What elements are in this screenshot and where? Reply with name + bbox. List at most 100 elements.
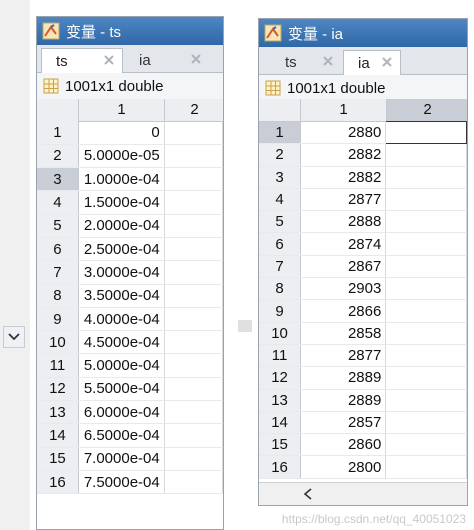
row-header[interactable]: 14 — [37, 423, 79, 448]
row-header[interactable]: 1 — [37, 121, 79, 145]
empty-cell[interactable] — [164, 400, 223, 425]
empty-cell[interactable] — [164, 190, 223, 215]
row-header[interactable]: 9 — [37, 307, 79, 332]
cell-value[interactable]: 2867 — [300, 255, 387, 279]
cell-value[interactable]: 2.5000e-04 — [78, 237, 165, 262]
row-header[interactable]: 13 — [259, 389, 302, 412]
row-header[interactable]: 11 — [259, 344, 302, 368]
empty-cell[interactable] — [385, 255, 467, 279]
cell-value[interactable]: 2874 — [300, 232, 387, 256]
empty-cell[interactable] — [385, 411, 467, 435]
row-header[interactable]: 2 — [259, 143, 302, 167]
row-header[interactable]: 3 — [259, 166, 302, 189]
empty-cell[interactable] — [385, 299, 467, 323]
empty-cell[interactable] — [164, 144, 223, 169]
empty-cell[interactable] — [385, 143, 467, 167]
cell-value[interactable]: 2889 — [300, 366, 387, 390]
row-header[interactable]: 7 — [259, 255, 302, 279]
empty-cell[interactable] — [164, 330, 223, 355]
cell-value[interactable]: 2882 — [300, 143, 387, 167]
column-header-1[interactable]: 1 — [79, 99, 165, 121]
row-header[interactable]: 14 — [259, 411, 302, 435]
cell-value[interactable]: 2888 — [300, 210, 387, 234]
row-header[interactable]: 2 — [37, 144, 79, 169]
row-header[interactable]: 6 — [37, 237, 79, 262]
horizontal-scrollbar[interactable] — [259, 482, 467, 505]
empty-cell[interactable] — [164, 284, 223, 308]
empty-cell[interactable] — [164, 214, 223, 238]
empty-cell[interactable] — [385, 166, 467, 189]
cell-value[interactable]: 2882 — [300, 166, 387, 189]
close-icon[interactable] — [380, 55, 394, 69]
empty-cell[interactable] — [385, 366, 467, 390]
cell-value[interactable]: 1.5000e-04 — [78, 190, 165, 215]
empty-cell[interactable] — [164, 353, 223, 378]
empty-cell[interactable] — [385, 210, 467, 234]
cell-value[interactable]: 2857 — [300, 411, 387, 435]
collapse-button[interactable] — [3, 326, 25, 348]
row-header[interactable]: 16 — [37, 470, 79, 495]
cell-value[interactable]: 7.0000e-04 — [78, 447, 165, 471]
row-header[interactable]: 5 — [37, 214, 79, 238]
cell-value[interactable]: 2877 — [300, 344, 387, 368]
row-header[interactable]: 15 — [259, 433, 302, 457]
cell-value[interactable]: 2880 — [300, 121, 387, 145]
empty-cell[interactable] — [385, 322, 467, 345]
row-header[interactable]: 8 — [37, 284, 79, 308]
empty-cell[interactable] — [385, 433, 467, 457]
empty-cell[interactable] — [385, 232, 467, 256]
empty-cell[interactable] — [385, 188, 467, 212]
row-header[interactable]: 1 — [259, 121, 302, 145]
cell-value[interactable]: 3.0000e-04 — [78, 260, 165, 285]
close-icon[interactable] — [321, 54, 335, 68]
column-header-1[interactable]: 1 — [301, 99, 387, 121]
empty-cell[interactable] — [385, 455, 467, 479]
empty-cell[interactable] — [164, 237, 223, 262]
tab-ts[interactable]: ts — [263, 50, 341, 74]
cell-value[interactable]: 4.0000e-04 — [78, 307, 165, 332]
cell-value[interactable]: 2858 — [300, 322, 387, 345]
row-header[interactable]: 6 — [259, 232, 302, 256]
empty-cell[interactable] — [385, 344, 467, 368]
column-header-2[interactable]: 2 — [165, 99, 223, 121]
row-header[interactable]: 4 — [259, 188, 302, 212]
empty-cell[interactable] — [164, 447, 223, 471]
cell-value[interactable]: 2877 — [300, 188, 387, 212]
empty-cell[interactable] — [164, 260, 223, 285]
empty-cell[interactable] — [164, 307, 223, 332]
cell-value[interactable]: 3.5000e-04 — [78, 284, 165, 308]
empty-cell[interactable] — [385, 120, 467, 145]
row-header[interactable]: 8 — [259, 277, 302, 301]
row-header[interactable]: 4 — [37, 190, 79, 215]
cell-value[interactable]: 7.5000e-04 — [78, 470, 165, 495]
cell-value[interactable]: 4.5000e-04 — [78, 330, 165, 355]
row-header[interactable]: 9 — [259, 299, 302, 323]
empty-cell[interactable] — [164, 167, 223, 192]
row-header[interactable]: 5 — [259, 210, 302, 234]
cell-value[interactable]: 5.0000e-05 — [78, 144, 165, 169]
row-header[interactable]: 12 — [37, 377, 79, 402]
row-header[interactable]: 13 — [37, 400, 79, 425]
row-header[interactable]: 3 — [37, 167, 79, 192]
empty-cell[interactable] — [164, 377, 223, 402]
cell-value[interactable]: 2903 — [300, 277, 387, 301]
cell-value[interactable]: 5.0000e-04 — [78, 353, 165, 378]
cell-value[interactable]: 1.0000e-04 — [78, 167, 165, 192]
cell-value[interactable]: 5.5000e-04 — [78, 377, 165, 402]
tab-ia[interactable]: ia — [343, 50, 401, 75]
close-icon[interactable] — [102, 53, 116, 67]
tab-ia[interactable]: ia — [125, 48, 217, 72]
cell-value[interactable]: 2.0000e-04 — [78, 214, 165, 238]
close-icon[interactable] — [189, 52, 203, 66]
column-header-2[interactable]: 2 — [387, 99, 467, 121]
cell-value[interactable]: 2800 — [300, 455, 387, 479]
cell-value[interactable]: 2866 — [300, 299, 387, 323]
empty-cell[interactable] — [164, 470, 223, 495]
empty-cell[interactable] — [164, 423, 223, 448]
row-header[interactable]: 12 — [259, 366, 302, 390]
cell-value[interactable]: 2860 — [300, 433, 387, 457]
empty-cell[interactable] — [385, 389, 467, 412]
cell-value[interactable]: 0 — [78, 121, 165, 145]
row-header[interactable]: 11 — [37, 353, 79, 378]
row-header[interactable]: 7 — [37, 260, 79, 285]
